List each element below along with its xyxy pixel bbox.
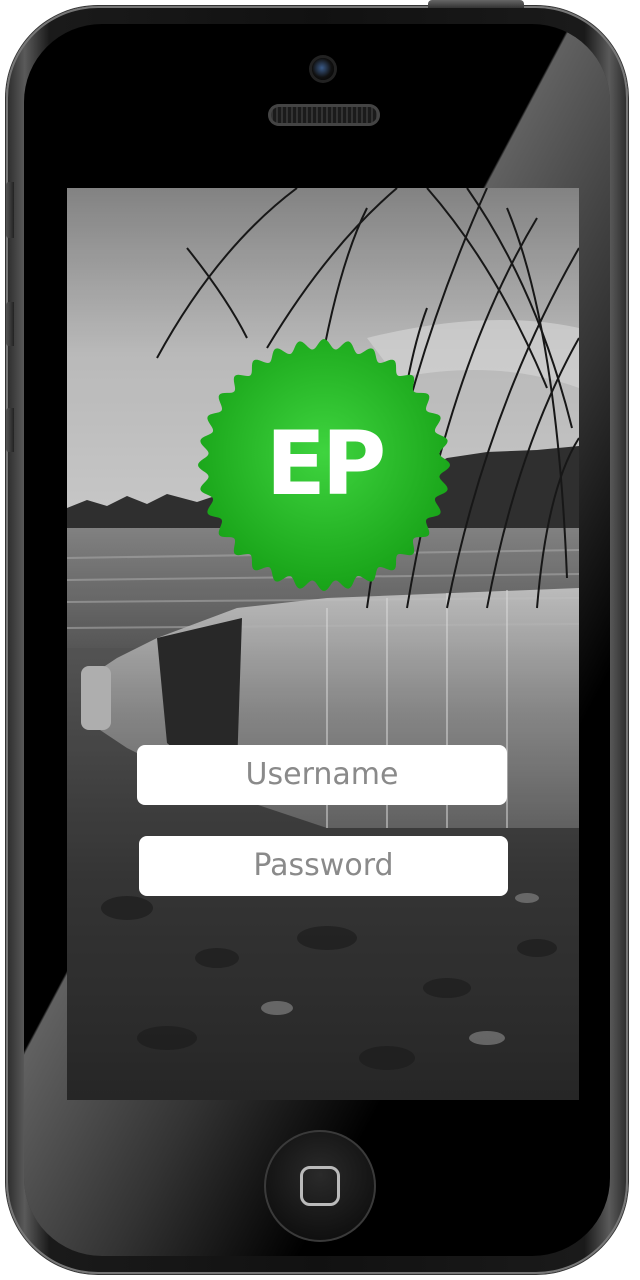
app-logo-badge: EP	[198, 334, 450, 596]
power-button	[428, 0, 524, 8]
app-screen	[67, 188, 579, 1100]
mute-switch	[6, 182, 14, 238]
volume-up-button	[6, 302, 14, 346]
front-camera	[312, 58, 334, 80]
volume-down-button	[6, 408, 14, 452]
home-button[interactable]	[264, 1130, 376, 1242]
username-field[interactable]: Username	[137, 745, 507, 805]
home-square-icon	[300, 1166, 340, 1206]
logo-text: EP	[265, 412, 387, 515]
password-field[interactable]: Password	[139, 836, 508, 896]
screen-dim	[67, 188, 579, 1100]
earpiece-speaker	[268, 104, 380, 126]
